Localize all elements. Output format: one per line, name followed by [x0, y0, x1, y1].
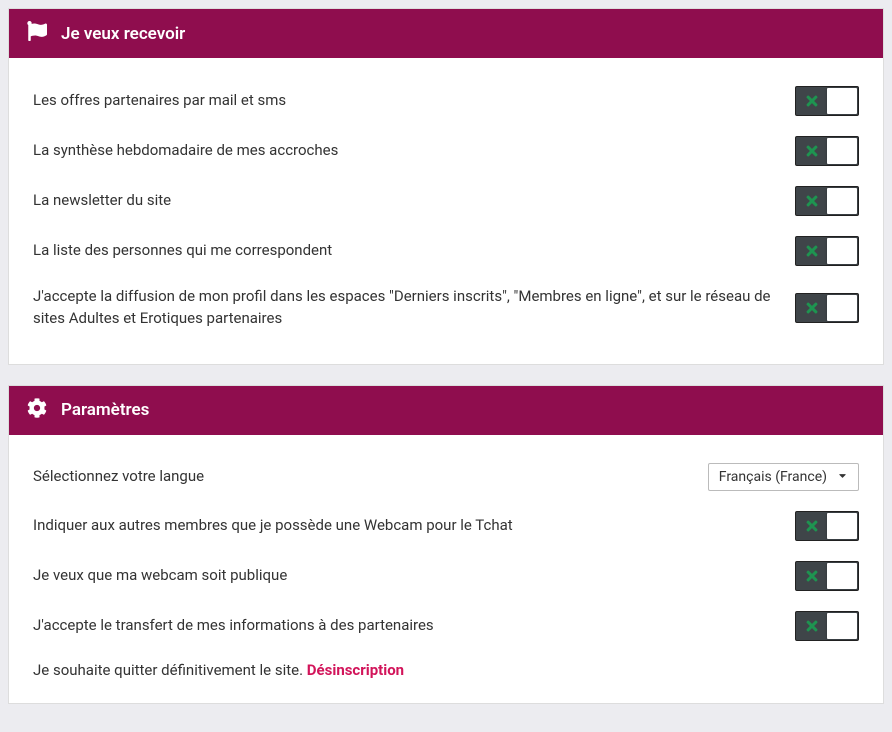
toggle-knob — [827, 238, 857, 264]
receive-label: La liste des personnes qui me correspond… — [33, 240, 775, 262]
toggle-info-transfer[interactable] — [795, 611, 859, 641]
unsubscribe-link[interactable]: Désinscription — [307, 661, 404, 679]
chevron-down-icon — [837, 469, 848, 485]
settings-header: Paramètres — [9, 386, 883, 435]
receive-label: J'accepte la diffusion de mon profil dan… — [33, 286, 775, 330]
receive-label: Les offres partenaires par mail et sms — [33, 90, 775, 112]
flag-icon — [27, 21, 47, 46]
quit-prefix: Je souhaite quitter définitivement le si… — [33, 661, 307, 679]
toggle-matches[interactable] — [795, 236, 859, 266]
receive-header: Je veux recevoir — [9, 9, 883, 58]
toggle-weekly[interactable] — [795, 136, 859, 166]
settings-body: Sélectionnez votre langue Français (Fran… — [9, 435, 883, 703]
receive-body: Les offres partenaires par mail et sms L… — [9, 58, 883, 364]
toggle-knob — [827, 295, 857, 321]
settings-label: J'accepte le transfert de mes informatio… — [33, 615, 775, 637]
x-icon — [796, 294, 828, 322]
settings-row: J'accepte le transfert de mes informatio… — [33, 601, 859, 651]
toggle-knob — [827, 613, 857, 639]
toggle-newsletter[interactable] — [795, 186, 859, 216]
toggle-knob — [827, 513, 857, 539]
receive-row: Les offres partenaires par mail et sms — [33, 76, 859, 126]
x-icon — [796, 187, 828, 215]
language-label: Sélectionnez votre langue — [33, 466, 688, 488]
toggle-knob — [827, 563, 857, 589]
toggle-webcam-indicator[interactable] — [795, 511, 859, 541]
quit-row: Je souhaite quitter définitivement le si… — [33, 651, 859, 679]
receive-label: La newsletter du site — [33, 190, 775, 212]
x-icon — [796, 512, 828, 540]
language-select[interactable]: Français (France) — [708, 463, 859, 491]
receive-title: Je veux recevoir — [61, 24, 185, 44]
receive-row: J'accepte la diffusion de mon profil dan… — [33, 276, 859, 340]
language-row: Sélectionnez votre langue Français (Fran… — [33, 453, 859, 501]
toggle-knob — [827, 188, 857, 214]
settings-panel: Paramètres Sélectionnez votre langue Fra… — [8, 385, 884, 704]
settings-title: Paramètres — [61, 400, 149, 420]
receive-row: La synthèse hebdomadaire de mes accroche… — [33, 126, 859, 176]
toggle-profile-diffusion[interactable] — [795, 293, 859, 323]
toggle-offers[interactable] — [795, 86, 859, 116]
toggle-knob — [827, 138, 857, 164]
receive-row: La liste des personnes qui me correspond… — [33, 226, 859, 276]
x-icon — [796, 562, 828, 590]
settings-label: Indiquer aux autres membres que je possè… — [33, 515, 775, 537]
settings-row: Indiquer aux autres membres que je possè… — [33, 501, 859, 551]
receive-label: La synthèse hebdomadaire de mes accroche… — [33, 140, 775, 162]
receive-row: La newsletter du site — [33, 176, 859, 226]
toggle-knob — [827, 88, 857, 114]
settings-row: Je veux que ma webcam soit publique — [33, 551, 859, 601]
x-icon — [796, 87, 828, 115]
x-icon — [796, 612, 828, 640]
language-value: Français (France) — [719, 469, 827, 485]
settings-label: Je veux que ma webcam soit publique — [33, 565, 775, 587]
x-icon — [796, 237, 828, 265]
gear-icon — [27, 398, 47, 423]
toggle-webcam-public[interactable] — [795, 561, 859, 591]
x-icon — [796, 137, 828, 165]
receive-panel: Je veux recevoir Les offres partenaires … — [8, 8, 884, 365]
